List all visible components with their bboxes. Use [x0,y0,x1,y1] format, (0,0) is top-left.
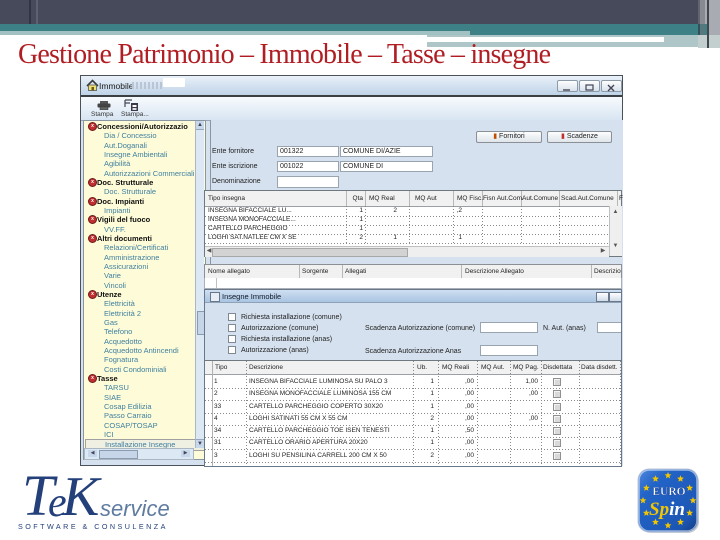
svg-text:Spin: Spin [649,499,685,520]
svg-text:EURO: EURO [652,486,685,498]
